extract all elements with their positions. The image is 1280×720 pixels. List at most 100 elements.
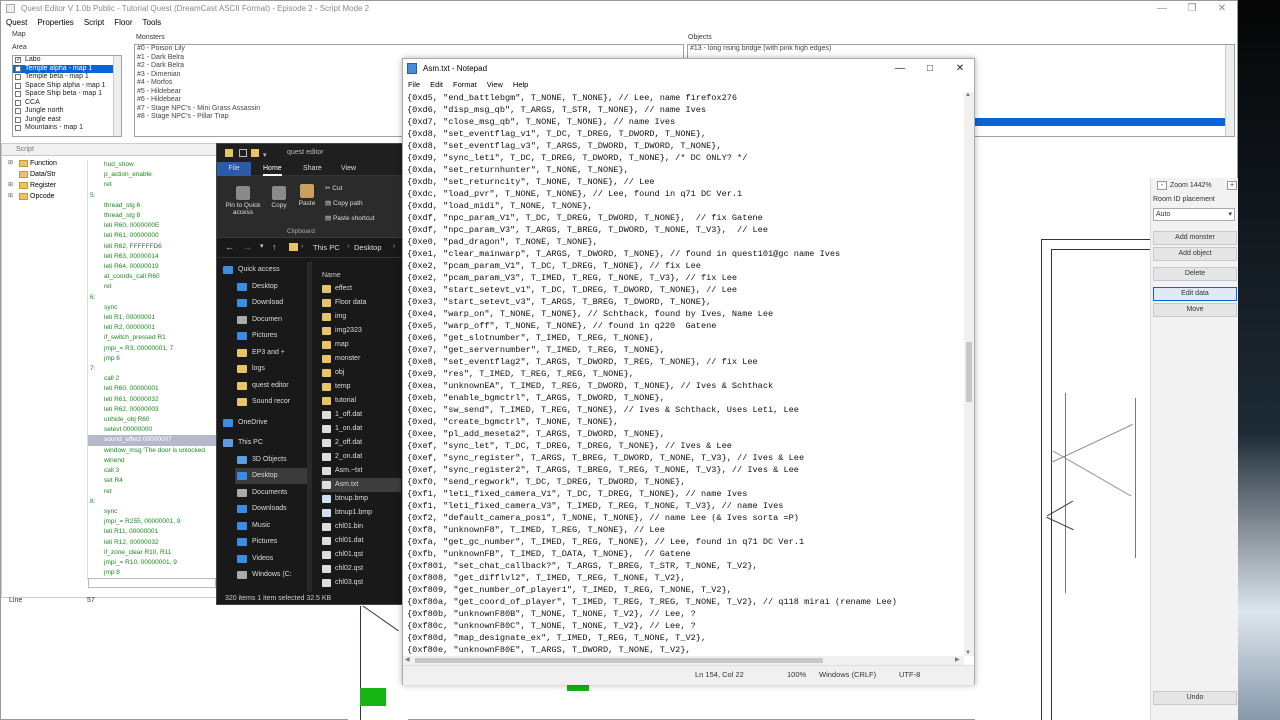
script-code-line[interactable]: 5: xyxy=(88,191,218,201)
nav-item[interactable]: Videos xyxy=(235,551,273,567)
script-code-line[interactable]: 6: xyxy=(88,293,218,303)
np-vscroll-thumb[interactable] xyxy=(966,342,972,402)
add-object-button[interactable]: Add object xyxy=(1153,247,1237,261)
script-code-line[interactable]: thread_stg 6 xyxy=(88,201,218,211)
file-item[interactable]: 2_off.dat xyxy=(321,436,401,450)
np-horizontal-scrollbar[interactable]: ◀ ▶ xyxy=(403,656,964,665)
zoom-in-button[interactable]: + xyxy=(1227,181,1237,190)
area-checkbox[interactable] xyxy=(15,82,21,89)
nav-item[interactable]: Desktop xyxy=(235,468,309,484)
map-canvas[interactable] xyxy=(975,173,1150,720)
file-item[interactable]: effect xyxy=(321,282,401,296)
area-checkbox[interactable] xyxy=(15,99,21,106)
tree-item-data-str[interactable]: Data/Str xyxy=(2,169,86,180)
file-item[interactable]: Asm.txt xyxy=(321,478,401,492)
script-code-line[interactable]: sync xyxy=(88,507,218,517)
area-item[interactable]: Jungle north xyxy=(13,107,121,116)
area-checkbox[interactable] xyxy=(15,125,21,131)
file-item[interactable]: btnup1.bmp xyxy=(321,506,401,520)
np-vertical-scrollbar[interactable]: ▲ ▼ xyxy=(964,92,974,656)
script-code-line[interactable]: at_coords_call R60 xyxy=(88,272,218,282)
np-menu-file[interactable]: File xyxy=(403,78,425,92)
file-item[interactable]: btnup.bmp xyxy=(321,492,401,506)
zoom-out-button[interactable]: - xyxy=(1157,181,1167,190)
scroll-right-icon[interactable]: ▶ xyxy=(955,656,960,665)
script-code-line[interactable]: leti R63, 00000014 xyxy=(88,252,218,262)
nav-item[interactable]: Documen xyxy=(235,312,282,328)
script-code-line[interactable]: unhide_obj R60 xyxy=(88,415,218,425)
nav-item[interactable]: OneDrive xyxy=(221,415,268,431)
breadcrumb-this-pc[interactable]: This PC xyxy=(313,243,340,252)
nav-item[interactable]: quest editor xyxy=(235,378,289,394)
tree-item-opcode[interactable]: ⊞ Opcode xyxy=(2,191,86,202)
script-code-line[interactable]: leti R60, 00000001 xyxy=(88,384,218,394)
script-code-line[interactable]: jmp 6 xyxy=(88,354,218,364)
area-list-scrollbar[interactable] xyxy=(113,56,121,136)
file-item[interactable]: chl01.qst xyxy=(321,548,401,562)
qe-menu-script[interactable]: Script xyxy=(79,16,109,30)
fe-tab-share[interactable]: Share xyxy=(303,162,322,176)
fe-nav-scrollbar[interactable] xyxy=(307,262,312,592)
script-code-line[interactable]: jmpi_= R3, 00000001, 7 xyxy=(88,344,218,354)
file-item[interactable]: monster xyxy=(321,352,401,366)
script-code-line[interactable]: thread_stg 8 xyxy=(88,211,218,221)
np-close-button[interactable]: ✕ xyxy=(945,59,975,78)
qe-minimize-button[interactable]: — xyxy=(1151,1,1173,16)
notepad-text-area[interactable]: {0xd5, "end_battlebgm", T_NONE, T_NONE},… xyxy=(407,92,962,656)
new-folder-icon[interactable] xyxy=(251,149,259,157)
qe-menu-quest[interactable]: Quest xyxy=(1,16,32,30)
script-code-line[interactable]: leti R12, 00000032 xyxy=(88,538,218,548)
script-code-line[interactable]: leti R62, 00000003 xyxy=(88,405,218,415)
nav-item[interactable]: Documents xyxy=(235,485,287,501)
script-code-line[interactable]: jmpi_= R10, 00000001, 9 xyxy=(88,558,218,568)
area-item[interactable]: Mountains - map 1 xyxy=(13,124,121,133)
paste-shortcut-button[interactable]: ▤ Paste shortcut xyxy=(325,214,375,222)
np-minimize-button[interactable]: — xyxy=(885,59,915,78)
nav-item[interactable]: This PC xyxy=(221,435,263,451)
file-item[interactable]: Floor data xyxy=(321,296,401,310)
file-item[interactable]: map xyxy=(321,338,401,352)
undo-button[interactable]: Undo xyxy=(1153,691,1237,705)
nav-item[interactable]: Windows (C: xyxy=(235,567,292,583)
file-item[interactable]: tutorial xyxy=(321,394,401,408)
up-arrow-icon[interactable]: ↑ xyxy=(272,242,277,252)
area-item[interactable]: Temple beta - map 1 xyxy=(13,73,121,82)
area-item[interactable]: ✓ Labo xyxy=(13,56,121,65)
nav-item[interactable]: 3D Objects xyxy=(235,452,287,468)
area-item[interactable]: CCA xyxy=(13,99,121,108)
qe-menu-floor[interactable]: Floor xyxy=(109,16,137,30)
nav-item[interactable]: Sound recor xyxy=(235,394,290,410)
np-menu-help[interactable]: Help xyxy=(508,78,533,92)
nav-item[interactable]: Quick access xyxy=(221,262,280,278)
area-checkbox[interactable] xyxy=(15,108,21,114)
scroll-up-icon[interactable]: ▲ xyxy=(965,92,971,98)
nav-item[interactable]: Downloads xyxy=(235,501,287,517)
script-code-line[interactable]: ret xyxy=(88,282,218,292)
file-item[interactable]: chl01.bin xyxy=(321,520,401,534)
script-edit-input[interactable] xyxy=(88,578,216,588)
move-button[interactable]: Move xyxy=(1153,303,1237,317)
script-code-line[interactable]: sync xyxy=(88,303,218,313)
area-checkbox[interactable]: ✓ xyxy=(15,65,21,72)
monster-item[interactable]: #0 - Poison Lily xyxy=(135,45,683,54)
add-monster-button[interactable]: Add monster xyxy=(1153,231,1237,245)
script-code-line[interactable]: sound_effect 00000007 xyxy=(88,435,218,446)
qe-menu-tools[interactable]: Tools xyxy=(138,16,167,30)
qe-menu-properties[interactable]: Properties xyxy=(32,16,78,30)
nav-item[interactable]: Pictures xyxy=(235,328,277,344)
scroll-down-icon[interactable]: ▼ xyxy=(965,650,971,656)
objects-selected-row[interactable] xyxy=(974,118,1226,126)
nav-item[interactable]: Pictures xyxy=(235,534,277,550)
script-code-line[interactable]: call 2 xyxy=(88,374,218,384)
script-code-line[interactable]: leti R64, 00000019 xyxy=(88,262,218,272)
area-checkbox[interactable]: ✓ xyxy=(15,57,21,63)
script-code-line[interactable]: leti R61, 00000032 xyxy=(88,395,218,405)
file-item[interactable]: temp xyxy=(321,380,401,394)
scroll-left-icon[interactable]: ◀ xyxy=(405,656,410,665)
script-code-line[interactable]: ret xyxy=(88,487,218,497)
area-item[interactable]: Space Ship beta - map 1 xyxy=(13,90,121,99)
qe-close-button[interactable]: ✕ xyxy=(1211,1,1233,16)
script-code-line[interactable]: leti R61, 00000000 xyxy=(88,231,218,241)
paste-button[interactable]: Paste xyxy=(295,184,319,207)
file-item[interactable]: Asm.~txt xyxy=(321,464,401,478)
